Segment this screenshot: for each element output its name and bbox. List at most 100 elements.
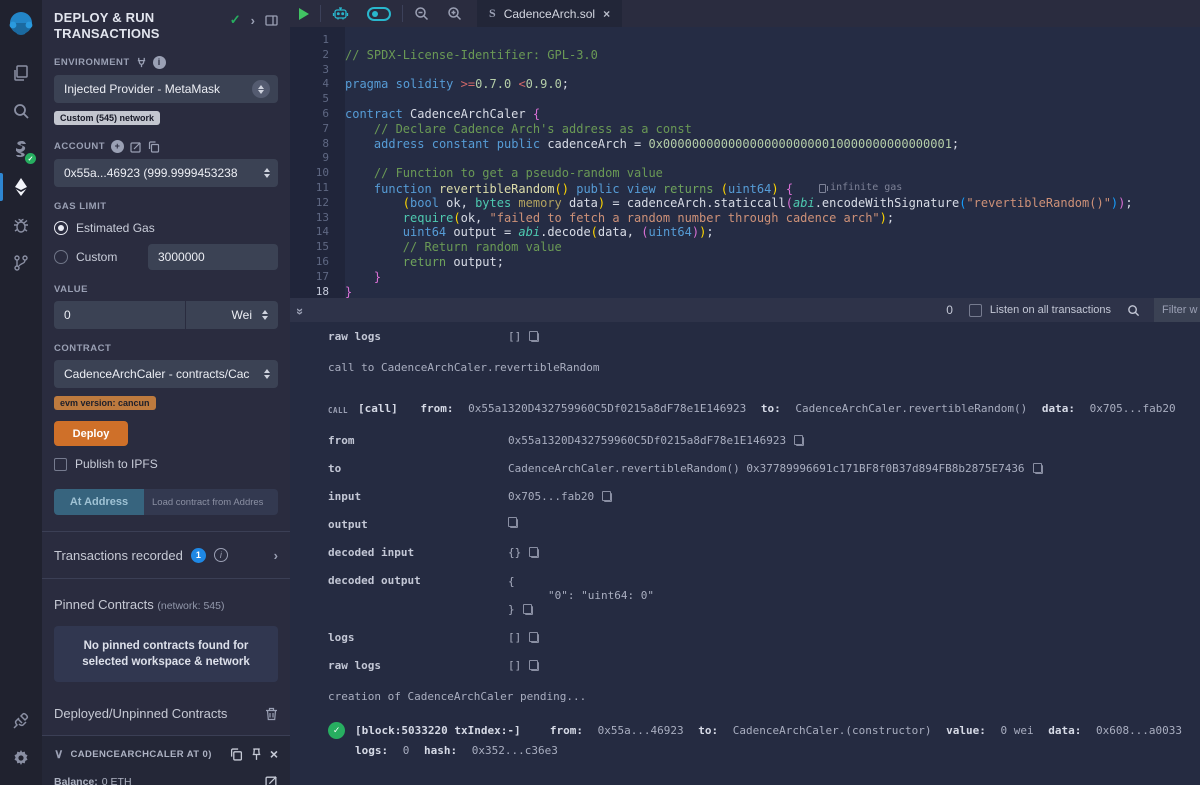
- copy-icon[interactable]: [1035, 465, 1043, 474]
- account-select[interactable]: 0x55a...46923 (999.9999453238: [54, 159, 278, 187]
- file-explorer-icon[interactable]: [0, 54, 42, 92]
- zoom-in-icon[interactable]: [438, 0, 471, 27]
- environment-select[interactable]: Injected Provider - MetaMask: [54, 75, 278, 103]
- edit-balance-icon[interactable]: [265, 775, 278, 785]
- deploy-button[interactable]: Deploy: [54, 421, 128, 446]
- code-line: 15 // Return random value: [290, 240, 1200, 255]
- editor-tab[interactable]: S CadenceArch.sol ×: [477, 0, 622, 27]
- value-input[interactable]: 0: [54, 301, 186, 329]
- compile-success-badge: ✓: [25, 153, 36, 164]
- terminal-row-kv: logs[]: [328, 632, 1190, 644]
- deploy-run-icon[interactable]: [0, 168, 42, 206]
- estimated-gas-option[interactable]: Estimated Gas: [54, 221, 278, 235]
- terminal-row-text: call to CadenceArchCaler.revertibleRando…: [328, 362, 1190, 374]
- solidity-file-icon: S: [489, 6, 496, 21]
- line-number: 2: [290, 48, 345, 63]
- contract-select-arrows-icon: [264, 369, 270, 379]
- gas-limit-label: GAS LIMIT: [54, 201, 278, 212]
- listen-all-checkbox[interactable]: [969, 304, 982, 317]
- add-account-icon[interactable]: +: [111, 140, 124, 153]
- copy-icon[interactable]: [796, 437, 804, 446]
- sign-message-icon[interactable]: [130, 141, 142, 153]
- collapse-contract-icon[interactable]: ∨: [54, 746, 64, 762]
- copy-icon[interactable]: [531, 549, 539, 558]
- balance-value: 0 ETH: [102, 776, 132, 785]
- tx-success-icon: ✓: [328, 722, 345, 739]
- value-unit-select[interactable]: Wei: [186, 301, 278, 329]
- line-number: 7: [290, 122, 345, 137]
- terminal-row-kv: decoded input{}: [328, 547, 1190, 559]
- code-line: 4pragma solidity >=0.7.0 <0.9.0;: [290, 77, 1200, 92]
- at-address-button[interactable]: At Address: [54, 489, 144, 515]
- run-script-icon[interactable]: [290, 0, 318, 27]
- remove-contract-icon[interactable]: ×: [270, 747, 278, 761]
- terminal-row-kv: raw logs[]: [328, 331, 1190, 343]
- line-number: 17: [290, 270, 345, 285]
- copy-address-icon[interactable]: [230, 748, 243, 761]
- terminal-row-text: creation of CadenceArchCaler pending...: [328, 691, 1190, 703]
- line-number: 15: [290, 240, 345, 255]
- terminal-filter-input[interactable]: Filter w: [1154, 298, 1200, 322]
- code-line: 16 return output;: [290, 255, 1200, 270]
- icon-panel: ✓: [0, 0, 42, 785]
- terminal-row-kv: input0x705...fab20: [328, 491, 1190, 503]
- deploy-run-panel: DEPLOY & RUN TRANSACTIONS ✓ › ENVIRONMEN…: [42, 0, 290, 785]
- terminal-row-kv: output: [328, 519, 1190, 531]
- pinned-empty-message: No pinned contracts found for selected w…: [54, 626, 278, 682]
- code-line: 7 // Declare Cadence Arch's address as a…: [290, 122, 1200, 137]
- contract-select[interactable]: CadenceArchCaler - contracts/Cac: [54, 360, 278, 388]
- estimated-gas-radio[interactable]: [54, 221, 68, 235]
- terminal-row-kvmulti: decoded output{"0": "uint64: 0"}: [328, 575, 1190, 617]
- line-number: 6: [290, 107, 345, 122]
- copy-icon[interactable]: [531, 333, 539, 342]
- clear-contracts-trash-icon[interactable]: [265, 707, 278, 721]
- terminal-search-icon[interactable]: [1127, 304, 1140, 317]
- deployed-contract-card: ∨ CADENCEARCHCALER AT 0) × Balance: 0 ET…: [42, 735, 290, 785]
- plug-icon: [136, 57, 147, 68]
- line-number: 13: [290, 211, 345, 226]
- line-number: 5: [290, 92, 345, 107]
- copy-account-icon[interactable]: [148, 141, 160, 153]
- tab-close-icon[interactable]: ×: [603, 8, 610, 20]
- copy-icon[interactable]: [604, 493, 612, 502]
- ai-copilot-icon[interactable]: [323, 0, 358, 27]
- code-line: 14 uint64 output = abi.decode(data, (uin…: [290, 225, 1200, 240]
- at-address-input[interactable]: Load contract from Addres: [144, 489, 278, 515]
- settings-icon[interactable]: [0, 739, 42, 777]
- plugin-manager-icon[interactable]: [0, 701, 42, 739]
- publish-ipfs-checkbox[interactable]: [54, 458, 67, 471]
- debugger-icon[interactable]: [0, 206, 42, 244]
- transactions-recorded-row[interactable]: Transactions recorded 1 i ›: [54, 532, 278, 578]
- network-badge: Custom (545) network: [54, 111, 160, 125]
- account-label: ACCOUNT +: [54, 140, 278, 153]
- custom-gas-option[interactable]: Custom 3000000: [54, 244, 278, 270]
- pin-panel-icon[interactable]: [265, 15, 278, 26]
- code-line: 2// SPDX-License-Identifier: GPL-3.0: [290, 48, 1200, 63]
- remix-logo[interactable]: [0, 4, 42, 44]
- terminal-row-call: CALL[call] from: 0x55a1320D432759960C5Df…: [328, 403, 1190, 417]
- zoom-out-icon[interactable]: [405, 0, 438, 27]
- git-icon[interactable]: [0, 244, 42, 282]
- code-area[interactable]: 12// SPDX-License-Identifier: GPL-3.034p…: [290, 27, 1200, 298]
- balance-label: Balance:: [54, 776, 98, 785]
- custom-gas-input[interactable]: 3000000: [148, 244, 278, 270]
- environment-select-arrows-icon[interactable]: [252, 80, 270, 98]
- copy-icon[interactable]: [531, 634, 539, 643]
- transactions-expand-icon[interactable]: ›: [274, 548, 278, 563]
- transactions-info-icon[interactable]: i: [214, 548, 228, 562]
- copy-icon[interactable]: [531, 662, 539, 671]
- code-line: 3: [290, 63, 1200, 78]
- expand-terminal-icon[interactable]: »: [293, 307, 308, 312]
- panel-chevron-icon[interactable]: ›: [251, 13, 255, 28]
- publish-ipfs-option[interactable]: Publish to IPFS: [54, 457, 278, 471]
- custom-gas-radio[interactable]: [54, 250, 68, 264]
- transactions-recorded-label: Transactions recorded: [54, 548, 183, 563]
- copilot-toggle-icon[interactable]: [358, 0, 400, 27]
- environment-info-icon[interactable]: i: [153, 56, 166, 69]
- pin-contract-icon[interactable]: [250, 748, 263, 761]
- solidity-compiler-icon[interactable]: ✓: [0, 130, 42, 168]
- search-icon[interactable]: [0, 92, 42, 130]
- code-line: 5: [290, 92, 1200, 107]
- copy-icon[interactable]: [510, 519, 518, 528]
- copy-icon[interactable]: [525, 606, 533, 615]
